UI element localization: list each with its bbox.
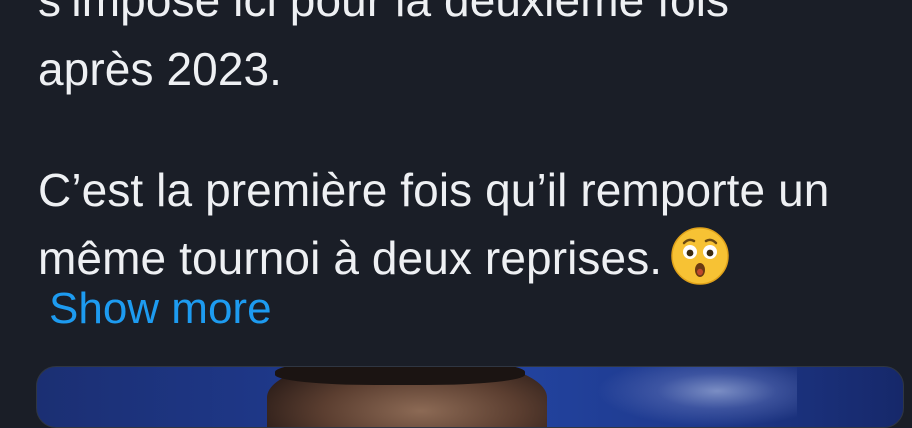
astonished-face-icon bbox=[671, 227, 729, 285]
show-more-link[interactable]: Show more bbox=[49, 283, 272, 335]
tweet-text-line: s’impose ici pour la deuxième fois bbox=[38, 0, 730, 26]
tweet-text-span: C’est la première fois qu’il remporte un bbox=[38, 164, 830, 216]
tweet-text-line: C’est la première fois qu’il remporte un bbox=[38, 164, 829, 216]
tweet-text-line: après 2023. bbox=[38, 43, 283, 95]
tweet-media-image[interactable] bbox=[36, 366, 904, 428]
photo-background-light bbox=[597, 367, 797, 427]
tweet-text-line: même tournoi à deux reprises. bbox=[38, 226, 730, 286]
tweet-text-span: même tournoi à deux reprises. bbox=[38, 232, 663, 284]
photo-player-hair bbox=[275, 367, 525, 385]
